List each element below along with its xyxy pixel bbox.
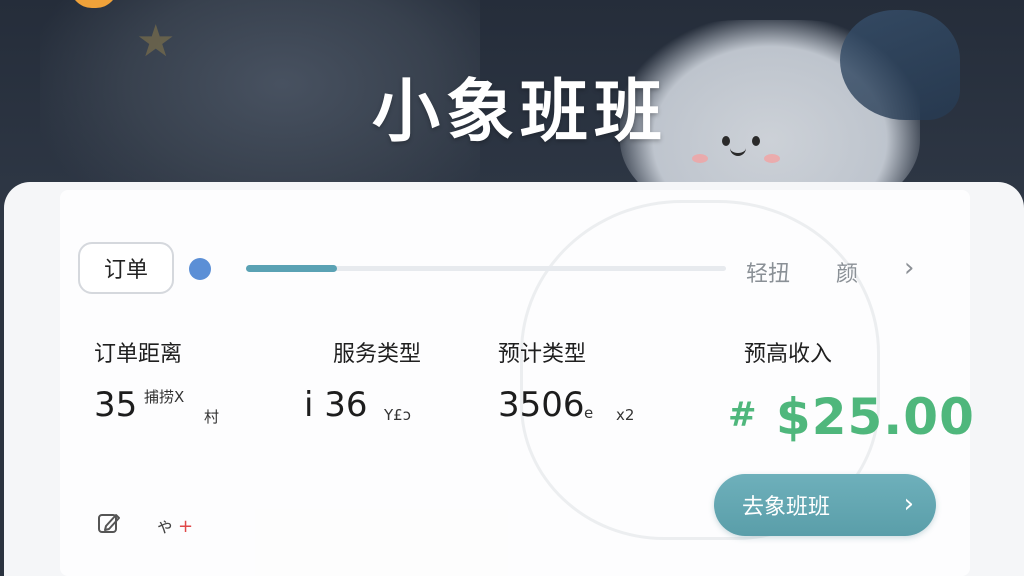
distance-unit-top: 捕捞X — [144, 388, 185, 406]
tip-icon: ゃ — [156, 516, 174, 537]
edit-icon[interactable] — [96, 510, 122, 536]
go-button[interactable]: 去象班班 › — [714, 474, 936, 536]
order-tab-button[interactable]: 订单 — [78, 242, 174, 294]
go-button-label: 去象班班 — [742, 495, 831, 520]
chevron-right-icon: › — [903, 489, 914, 519]
status-text-1: 轻扭 — [746, 262, 791, 287]
currency-symbol: # — [728, 395, 758, 435]
order-progress-bar — [246, 265, 726, 272]
service-type-value: i 36 — [304, 385, 368, 425]
mascot-cheek-left — [692, 154, 708, 163]
distance-value: 35 — [94, 385, 138, 425]
income-amount-value: $25.00 — [775, 388, 975, 446]
income-label: 预高收入 — [744, 342, 833, 367]
order-progress-fill — [246, 265, 338, 272]
estimated-type-unit: x2 — [616, 406, 635, 424]
distance-label: 订单距离 — [94, 342, 183, 367]
status-text-2: 颜 — [836, 262, 859, 287]
distance-unit-bottom: 村 — [204, 408, 220, 426]
plus-icon: + — [178, 516, 194, 537]
add-tip-button[interactable]: ゃ + — [156, 512, 193, 538]
estimated-type-label: 预计类型 — [498, 342, 587, 367]
app-title: 小象班班 — [371, 73, 668, 152]
app-screen: ★ 小象班班 订单 轻扭 颜 › 订单距离 35 捕捞X 村 服务类型 i 36… — [0, 0, 1024, 576]
status-dot — [189, 258, 211, 280]
mascot-cheek-right — [764, 154, 780, 163]
service-type-unit: Y£ɔ — [384, 406, 411, 424]
chevron-right-icon[interactable]: › — [904, 254, 928, 282]
estimated-type-value: 3506 — [498, 385, 585, 425]
service-type-label: 服务类型 — [333, 342, 422, 367]
estimated-type-unit-mid: e — [584, 404, 594, 422]
income-amount: # $25.00 — [728, 388, 975, 446]
